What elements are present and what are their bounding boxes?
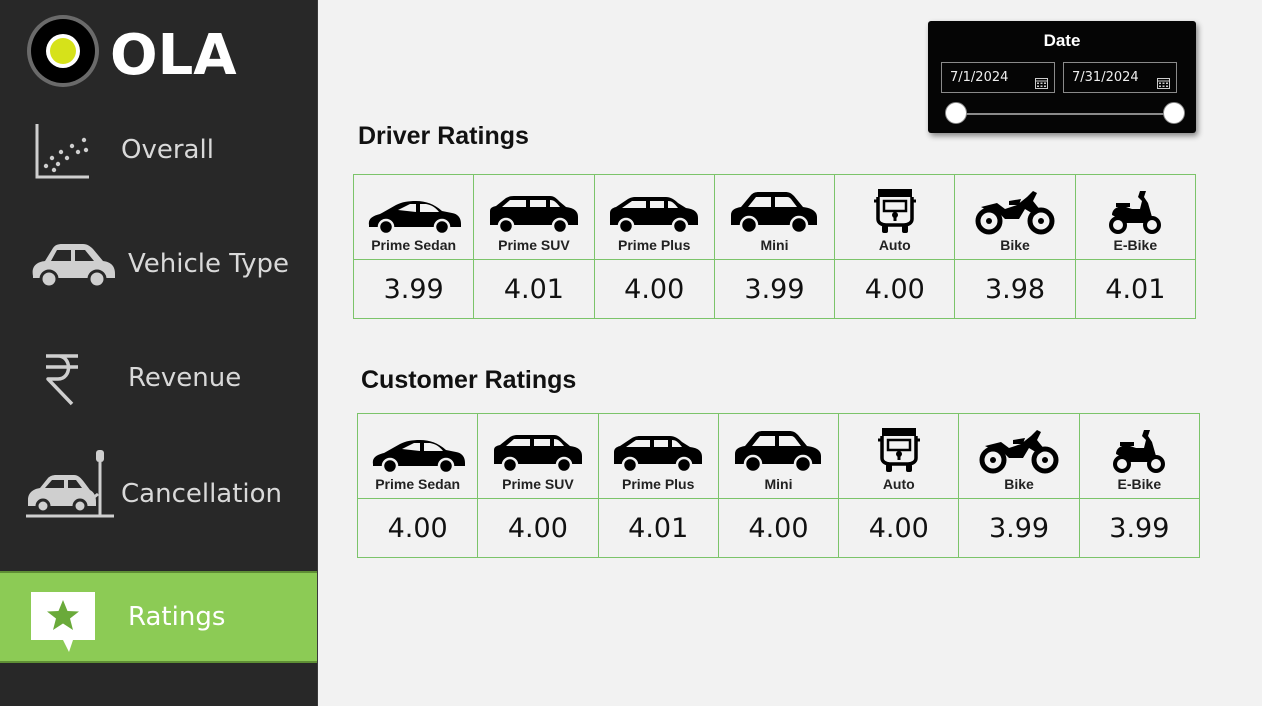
calendar-icon[interactable] [1157, 71, 1170, 100]
mini-car-icon [715, 191, 834, 235]
ola-logo: OLA [26, 14, 266, 90]
rating-value: 4.00 [477, 498, 599, 558]
prime-plus-car-icon [595, 195, 714, 235]
start-date-value: 7/1/2024 [950, 70, 1009, 85]
vehicle-header-cell: Auto [834, 174, 956, 260]
nav-label: Cancellation [121, 479, 283, 509]
nav-item-revenue[interactable]: Revenue [0, 334, 317, 422]
start-date-input[interactable]: 7/1/2024 [941, 62, 1055, 93]
vehicle-label: Prime Plus [622, 476, 695, 492]
vehicle-header-cell: E-Bike [1078, 413, 1201, 499]
vehicle-label: Bike [1004, 476, 1034, 492]
sedan-icon [358, 438, 477, 474]
vehicle-header-cell: Prime SUV [477, 413, 599, 499]
prime-plus-car-icon [599, 434, 718, 474]
vehicle-header-cell: Prime Sedan [352, 174, 475, 260]
rating-value: 4.00 [356, 498, 479, 558]
rating-value: 3.98 [954, 259, 1076, 319]
nav-label: Vehicle Type [128, 249, 289, 279]
scatter-chart-icon [34, 124, 92, 184]
driver-ratings-title: Driver Ratings [358, 122, 529, 150]
vehicle-label: E-Bike [1117, 476, 1162, 492]
vehicle-label: Prime Sedan [371, 237, 457, 253]
vehicle-header-cell: Prime Sedan [356, 413, 479, 499]
rating-value: 4.00 [717, 498, 840, 558]
vehicle-header-cell: Bike [954, 174, 1076, 260]
ola-logo-icon: OLA [27, 15, 237, 88]
vehicle-header-cell: Auto [838, 413, 960, 499]
date-range-end-handle[interactable] [1163, 102, 1185, 124]
star-comment-icon [29, 590, 99, 658]
nav-item-cancellation[interactable]: Cancellation [0, 450, 317, 538]
vehicle-label: Mini [760, 237, 789, 253]
vehicle-label: E-Bike [1113, 237, 1158, 253]
rating-value: 3.99 [958, 498, 1080, 558]
vehicle-header-cell: Prime Plus [593, 174, 715, 260]
scooter-icon [1080, 428, 1199, 474]
vehicle-label: Mini [764, 476, 793, 492]
auto-rickshaw-icon [835, 185, 954, 235]
vehicle-label: Prime SUV [498, 237, 570, 253]
vehicle-label: Auto [882, 476, 915, 492]
car-crash-icon [26, 444, 116, 524]
vehicle-header-cell: Bike [958, 413, 1080, 499]
customer-ratings-title: Customer Ratings [361, 366, 577, 394]
motorbike-icon [955, 189, 1074, 235]
nav-label: Revenue [128, 363, 242, 393]
car-icon [27, 242, 117, 294]
vehicle-label: Bike [1000, 237, 1030, 253]
calendar-icon[interactable] [1035, 71, 1048, 100]
end-date-value: 7/31/2024 [1072, 70, 1139, 85]
vehicle-label: Prime Sedan [375, 476, 461, 492]
suv-icon [474, 195, 593, 235]
customer-ratings-table: Prime Sedan Prime SUV Prime Plus Mini Auto Bi… [356, 413, 1201, 558]
vehicle-header-cell: E-Bike [1074, 174, 1197, 260]
nav-label: Overall [121, 135, 214, 165]
vehicle-header-cell: Prime Plus [597, 413, 719, 499]
date-range-slider-track[interactable] [956, 113, 1174, 115]
end-date-input[interactable]: 7/31/2024 [1063, 62, 1177, 93]
nav-label: Ratings [128, 602, 226, 632]
auto-rickshaw-icon [839, 424, 958, 474]
vehicle-label: Prime Plus [618, 237, 691, 253]
nav-item-ratings[interactable]: Ratings [0, 571, 317, 663]
nav-item-overall[interactable]: Overall [0, 106, 317, 194]
vehicle-label: Auto [878, 237, 911, 253]
sidebar: OLA Overall Vehicle Type Revenue Cancell… [0, 0, 318, 706]
rating-value: 3.99 [352, 259, 475, 319]
date-filter-title: Date [1043, 31, 1081, 50]
vehicle-header-cell: Prime SUV [473, 174, 595, 260]
motorbike-icon [959, 428, 1078, 474]
vehicle-header-cell: Mini [713, 174, 836, 260]
rupee-icon [42, 352, 82, 410]
rating-value: 4.01 [597, 498, 719, 558]
rating-value: 4.00 [834, 259, 956, 319]
rating-value: 4.01 [473, 259, 595, 319]
rating-value: 4.01 [1074, 259, 1197, 319]
svg-text:OLA: OLA [110, 23, 237, 88]
rating-value: 3.99 [1078, 498, 1201, 558]
date-range-start-handle[interactable] [945, 102, 967, 124]
sedan-icon [354, 199, 473, 235]
nav-item-vehicle-type[interactable]: Vehicle Type [0, 220, 317, 308]
scooter-icon [1076, 189, 1195, 235]
suv-icon [478, 434, 597, 474]
main-content: Date 7/1/2024 7/31/2024 Driver Ratings P… [318, 0, 1262, 706]
driver-ratings-table: Prime Sedan Prime SUV Prime Plus Mini Auto Bi… [352, 174, 1197, 319]
vehicle-label: Prime SUV [502, 476, 574, 492]
rating-value: 4.00 [593, 259, 715, 319]
mini-car-icon [719, 430, 838, 474]
vehicle-header-cell: Mini [717, 413, 840, 499]
date-filter: Date 7/1/2024 7/31/2024 [928, 21, 1196, 133]
rating-value: 4.00 [838, 498, 960, 558]
rating-value: 3.99 [713, 259, 836, 319]
